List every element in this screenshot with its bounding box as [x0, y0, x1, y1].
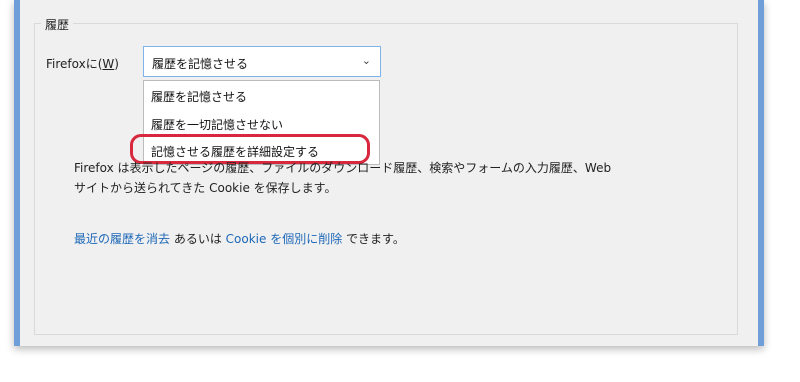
history-mode-label: Firefoxに(W) — [46, 55, 119, 72]
preferences-window: 履歴 Firefoxに(W) 履歴を記憶させる ⌄ 履歴を記憶させる 履歴を一切… — [14, 0, 764, 346]
history-description: Firefox は表示したページの履歴、ファイルのダウンロード履歴、検索やフォー… — [74, 158, 714, 198]
description-line-2: サイトから送られてきた Cookie を保存します。 — [74, 181, 337, 195]
remove-cookies-link[interactable]: Cookie を個別に削除 — [226, 232, 343, 246]
or-text: あるいは — [170, 232, 226, 246]
accesskey: W — [102, 57, 115, 71]
history-mode-label-end: ) — [114, 57, 119, 71]
window-edge-right — [758, 0, 764, 346]
option-remember-history[interactable]: 履歴を記憶させる — [151, 88, 247, 105]
window-edge-left — [14, 0, 20, 346]
section-title: 履歴 — [41, 16, 74, 33]
clear-recent-history-link[interactable]: 最近の履歴を消去 — [74, 232, 170, 246]
history-mode-select[interactable]: 履歴を記憶させる ⌄ — [143, 46, 381, 77]
description-line-1: Firefox は表示したページの履歴、ファイルのダウンロード履歴、検索やフォー… — [74, 161, 612, 175]
option-never-remember-history[interactable]: 履歴を一切記憶させない — [151, 116, 283, 133]
history-actions: 最近の履歴を消去 あるいは Cookie を個別に削除 できます。 — [74, 230, 405, 247]
suffix-text: できます。 — [342, 232, 405, 246]
select-value: 履歴を記憶させる — [152, 57, 249, 71]
history-mode-label-text: Firefoxに( — [46, 57, 103, 71]
chevron-down-icon[interactable]: ⌄ — [362, 54, 371, 67]
